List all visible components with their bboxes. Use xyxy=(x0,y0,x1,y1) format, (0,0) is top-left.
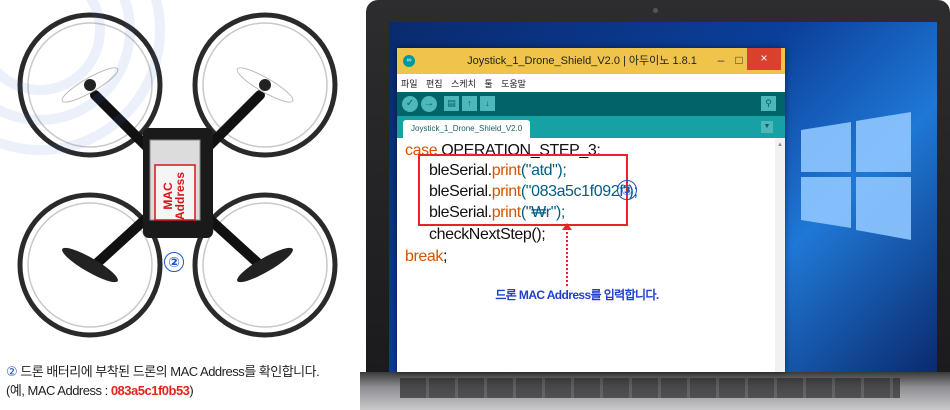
arduino-app-icon: ∞ xyxy=(403,55,415,67)
dotted-arrow xyxy=(566,228,568,286)
caption-example-prefix: (예, MAC Address : xyxy=(6,383,111,398)
windows-logo xyxy=(801,112,911,240)
tab-bar: Joystick_1_Drone_Shield_V2.0 ▼ xyxy=(397,116,785,138)
step-3-marker: ③ xyxy=(617,180,637,200)
toolbar: ✓ → ▤ ↑ ↓ ⚲ xyxy=(397,92,785,116)
tab-menu-button[interactable]: ▼ xyxy=(761,121,773,133)
caption-step-number: ② xyxy=(6,364,18,379)
caption-line-1: ② 드론 배터리에 부착된 드론의 MAC Address를 확인합니다. xyxy=(6,362,356,381)
serial-monitor-button[interactable]: ⚲ xyxy=(761,96,776,111)
code-editor[interactable]: case OPERATION_STEP_3: bleSerial.print("… xyxy=(397,138,775,372)
open-sketch-button[interactable]: ↑ xyxy=(462,96,477,111)
menu-help[interactable]: 도움말 xyxy=(501,75,526,93)
menu-tools[interactable]: 툴 xyxy=(484,75,492,93)
caption: ② 드론 배터리에 부착된 드론의 MAC Address를 확인합니다. (예… xyxy=(6,362,356,400)
menu-sketch[interactable]: 스케치 xyxy=(451,75,476,93)
minimize-button[interactable]: – xyxy=(713,52,729,70)
verify-button[interactable]: ✓ xyxy=(402,96,418,112)
menu-bar: 파일 편집 스케치 툴 도움말 xyxy=(397,74,785,92)
vertical-scrollbar[interactable] xyxy=(775,138,785,372)
window-title: Joystick_1_Drone_Shield_V2.0 | 아두이노 1.8.… xyxy=(467,55,697,67)
title-bar[interactable]: ∞ Joystick_1_Drone_Shield_V2.0 | 아두이노 1.… xyxy=(397,48,785,75)
menu-edit[interactable]: 편집 xyxy=(426,75,443,93)
arduino-ide-window: ∞ Joystick_1_Drone_Shield_V2.0 | 아두이노 1.… xyxy=(397,48,785,372)
code-line-check: checkNextStep(); xyxy=(429,226,546,243)
scroll-up-icon[interactable]: ▲ xyxy=(777,142,783,148)
laptop-keyboard xyxy=(400,378,900,398)
hint-text: 드론 MAC Address를 입력합니다. xyxy=(495,288,659,302)
step-2-marker: ② xyxy=(164,252,184,272)
code-line-break: break; xyxy=(405,248,447,266)
drone-illustration: MAC Address ② xyxy=(0,0,360,410)
break-suffix: ; xyxy=(443,248,448,265)
save-sketch-button[interactable]: ↓ xyxy=(480,96,495,111)
highlight-box xyxy=(418,154,628,226)
caption-line-2: (예, MAC Address : 083a5c1f0b53) xyxy=(6,381,356,400)
menu-file[interactable]: 파일 xyxy=(401,75,418,93)
break-keyword: break xyxy=(405,248,444,265)
upload-button[interactable]: → xyxy=(421,96,437,112)
tab-sketch[interactable]: Joystick_1_Drone_Shield_V2.0 xyxy=(403,120,531,138)
webcam xyxy=(653,8,658,13)
caption-example-suffix: ) xyxy=(189,383,194,398)
maximize-button[interactable]: □ xyxy=(731,52,747,70)
mac-address-value: 083a5c1f0b53 xyxy=(110,383,190,398)
close-button[interactable]: × xyxy=(747,48,781,70)
caption-text: 드론 배터리에 부착된 드론의 MAC Address를 확인합니다. xyxy=(20,364,320,379)
mac-address-label: MAC Address xyxy=(161,171,187,220)
new-sketch-button[interactable]: ▤ xyxy=(444,96,459,111)
